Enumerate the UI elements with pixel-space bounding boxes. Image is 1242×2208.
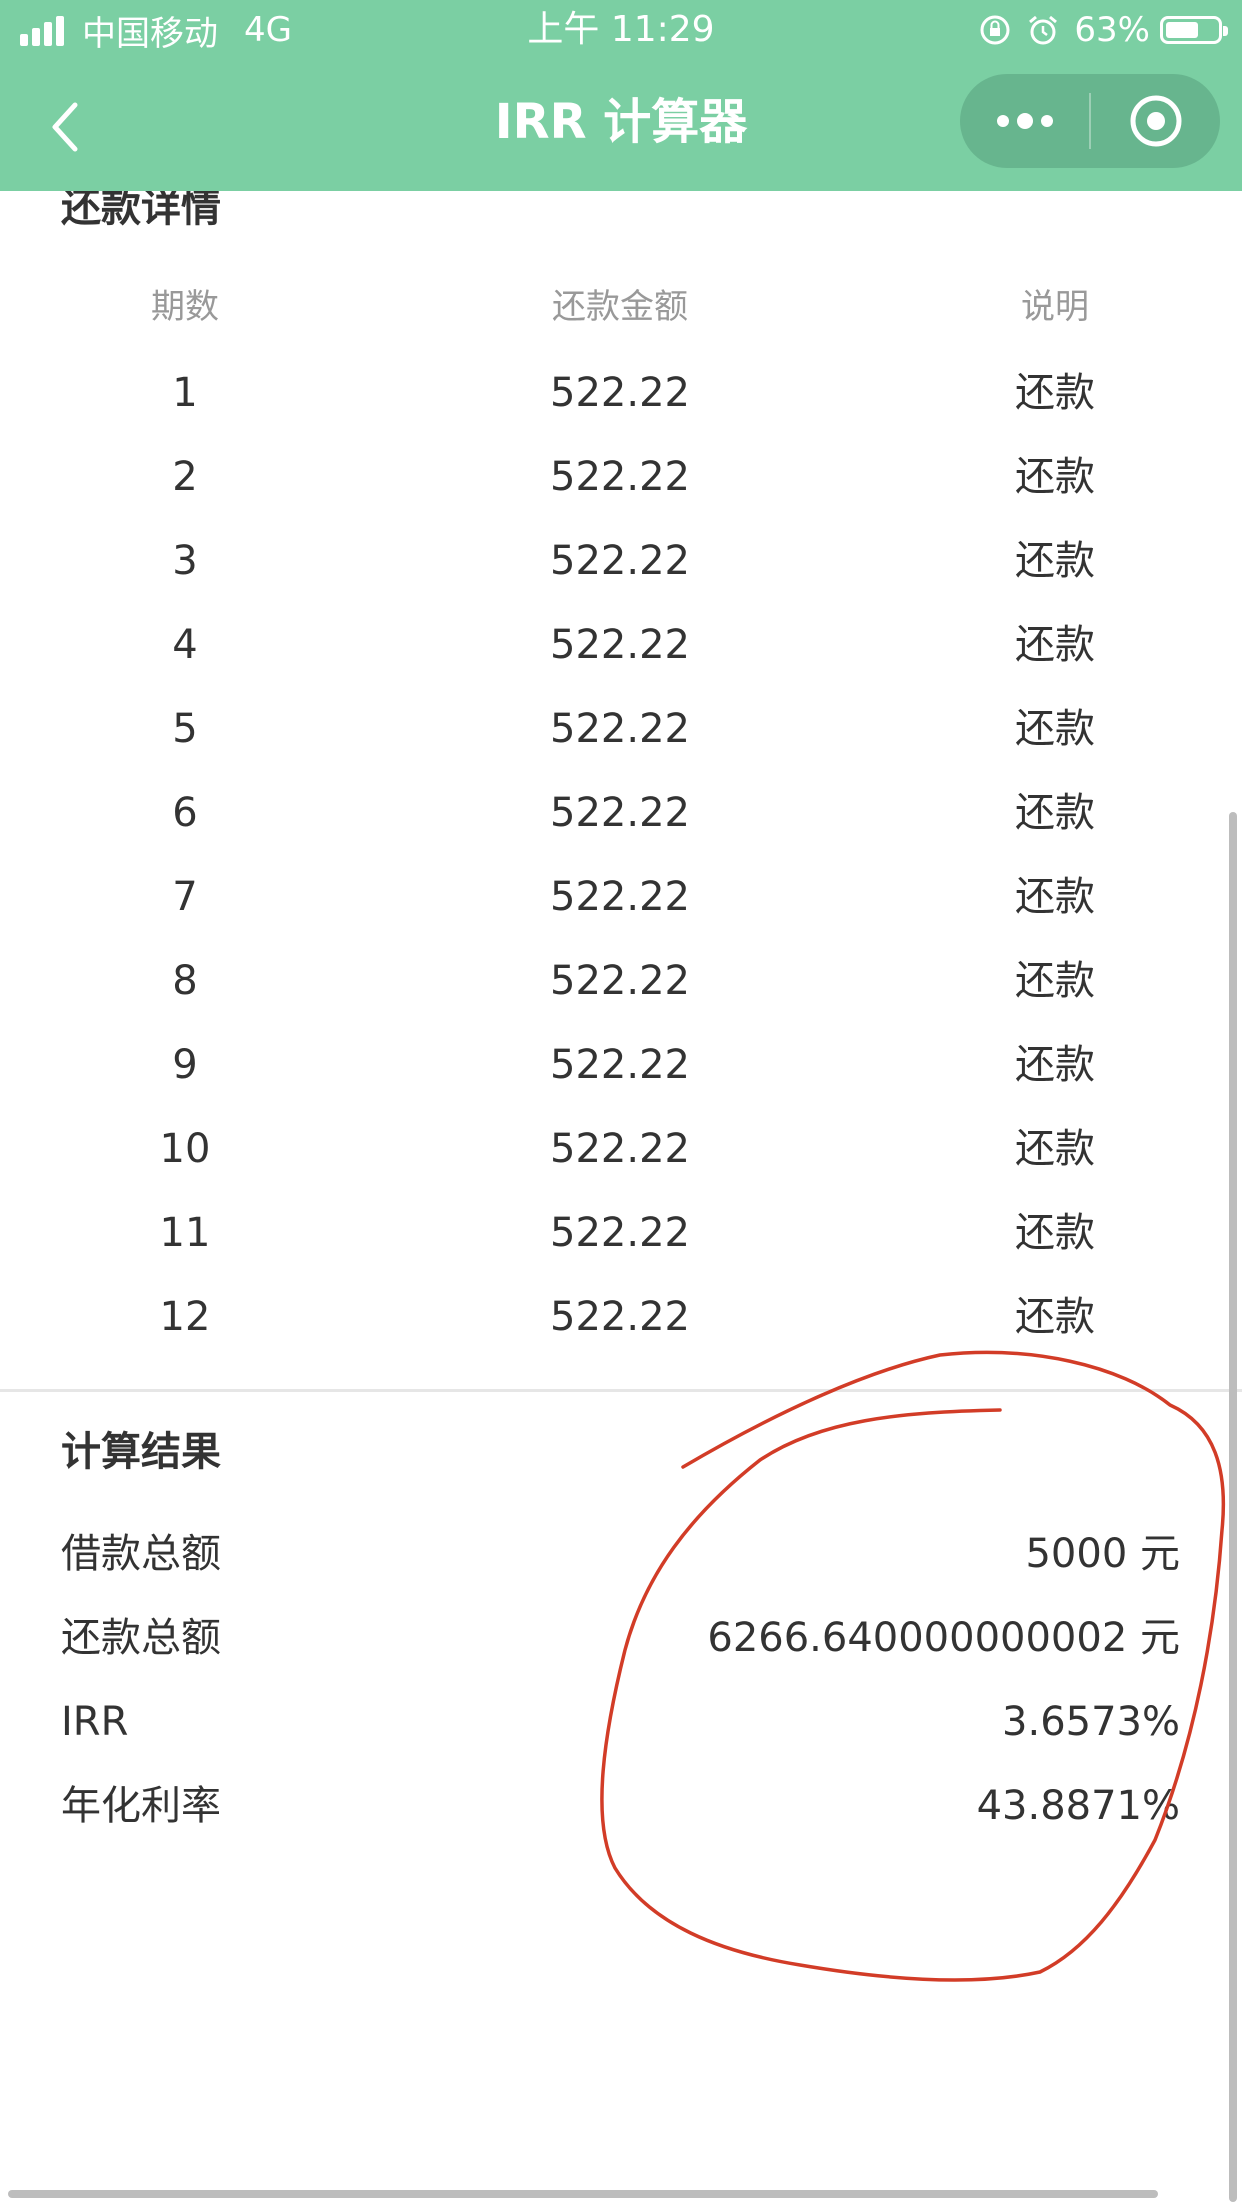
result-value: 3.6573% <box>1002 1699 1180 1745</box>
result-label: 借款总额 <box>61 1531 221 1577</box>
header: 中国移动 4G 上午 11:29 63% IRR 计算器 <box>0 0 1242 191</box>
amount-cell: 522.22 <box>550 370 690 416</box>
table-row: 8 522.22 还款 <box>0 939 1242 1023</box>
amount-cell: 522.22 <box>550 538 690 584</box>
battery-icon <box>1160 16 1228 44</box>
amount-cell: 522.22 <box>550 706 690 752</box>
more-button[interactable] <box>960 74 1089 168</box>
amount-cell: 522.22 <box>550 874 690 920</box>
battery-fill <box>1166 22 1198 38</box>
screen: 中国移动 4G 上午 11:29 63% IRR 计算器 还款详情 期数 还款金… <box>0 0 1242 2208</box>
period-cell: 9 <box>172 1042 198 1088</box>
table-row: 3 522.22 还款 <box>0 519 1242 603</box>
note-cell: 还款 <box>1015 1210 1095 1256</box>
battery-percent: 63% <box>1074 10 1150 50</box>
note-cell: 还款 <box>1015 622 1095 668</box>
note-cell: 还款 <box>1015 790 1095 836</box>
amount-cell: 522.22 <box>550 958 690 1004</box>
status-right: 63% <box>978 10 1228 50</box>
note-cell: 还款 <box>1015 1042 1095 1088</box>
column-header-amount: 还款金额 <box>552 287 688 327</box>
period-cell: 4 <box>172 622 198 668</box>
result-label: IRR <box>61 1699 129 1745</box>
result-section-title: 计算结果 <box>61 1429 221 1475</box>
amount-cell: 522.22 <box>550 790 690 836</box>
amount-cell: 522.22 <box>550 454 690 500</box>
alarm-icon <box>1029 15 1058 45</box>
result-label: 年化利率 <box>61 1783 221 1829</box>
result-label: 还款总额 <box>61 1615 221 1661</box>
table-row: 9 522.22 还款 <box>0 1023 1242 1107</box>
result-value: 43.8871% <box>976 1783 1180 1829</box>
column-header-note: 说明 <box>1021 287 1089 327</box>
table-row: 4 522.22 还款 <box>0 603 1242 687</box>
table-row: 10 522.22 还款 <box>0 1107 1242 1191</box>
period-cell: 2 <box>172 454 198 500</box>
period-cell: 11 <box>159 1210 211 1256</box>
note-cell: 还款 <box>1015 706 1095 752</box>
period-cell: 7 <box>172 874 198 920</box>
amount-cell: 522.22 <box>550 1126 690 1172</box>
result-row-irr: IRR 3.6573% <box>0 1680 1242 1764</box>
target-circle-icon <box>1130 95 1181 147</box>
amount-cell: 522.22 <box>550 1042 690 1088</box>
period-cell: 6 <box>172 790 198 836</box>
result-value: 6266.640000000002 元 <box>707 1615 1180 1661</box>
mini-program-capsule <box>960 74 1220 168</box>
amount-cell: 522.22 <box>550 1210 690 1256</box>
table-row: 6 522.22 还款 <box>0 771 1242 855</box>
table-row: 1 522.22 还款 <box>0 351 1242 435</box>
column-header-period: 期数 <box>151 287 219 327</box>
period-cell: 5 <box>172 706 198 752</box>
table-row: 2 522.22 还款 <box>0 435 1242 519</box>
note-cell: 还款 <box>1015 454 1095 500</box>
table-row: 11 522.22 还款 <box>0 1191 1242 1275</box>
status-bar: 中国移动 4G 上午 11:29 63% <box>0 0 1242 62</box>
period-cell: 10 <box>159 1126 211 1172</box>
table-row: 5 522.22 还款 <box>0 687 1242 771</box>
period-cell: 8 <box>172 958 198 1004</box>
amount-cell: 522.22 <box>550 622 690 668</box>
horizontal-scrollbar[interactable] <box>8 2190 1158 2198</box>
table-row: 7 522.22 还款 <box>0 855 1242 939</box>
note-cell: 还款 <box>1015 538 1095 584</box>
period-cell: 12 <box>159 1294 211 1340</box>
note-cell: 还款 <box>1015 1126 1095 1172</box>
note-cell: 还款 <box>1015 958 1095 1004</box>
orientation-lock-icon <box>980 15 1010 45</box>
period-cell: 1 <box>172 370 198 416</box>
period-cell: 3 <box>172 538 198 584</box>
note-cell: 还款 <box>1015 1294 1095 1340</box>
result-row-repay-total: 还款总额 6266.640000000002 元 <box>0 1596 1242 1680</box>
nav-bar: IRR 计算器 <box>0 62 1242 191</box>
note-cell: 还款 <box>1015 874 1095 920</box>
amount-cell: 522.22 <box>550 1294 690 1340</box>
table-row: 12 522.22 还款 <box>0 1275 1242 1359</box>
note-cell: 还款 <box>1015 370 1095 416</box>
result-row-loan-total: 借款总额 5000 元 <box>0 1512 1242 1596</box>
vertical-scrollbar[interactable] <box>1229 812 1237 2202</box>
result-value: 5000 元 <box>1025 1531 1180 1577</box>
result-row-annual-rate: 年化利率 43.8871% <box>0 1764 1242 1848</box>
more-dots-icon <box>996 113 1053 129</box>
close-button[interactable] <box>1091 74 1220 168</box>
section-divider <box>0 1389 1242 1392</box>
